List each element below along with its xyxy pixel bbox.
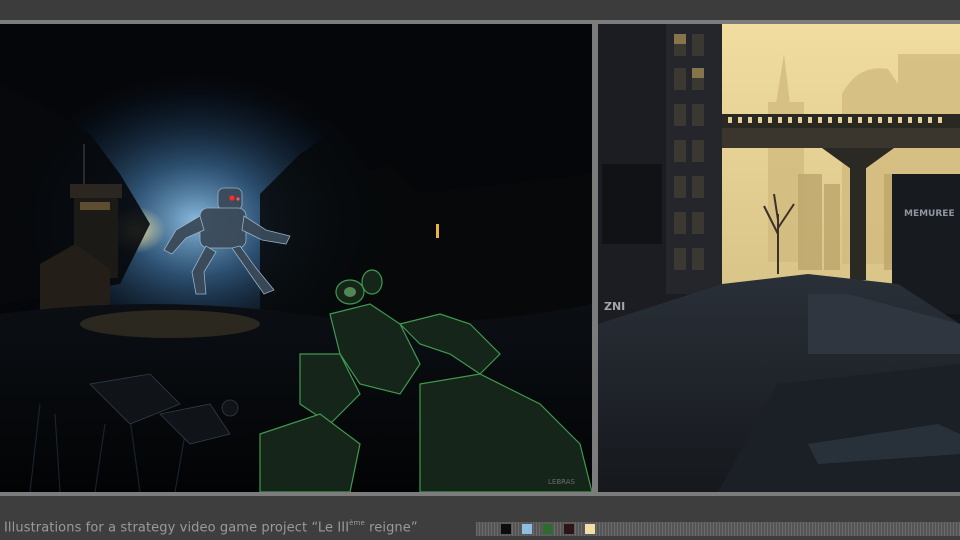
color-swatches bbox=[500, 523, 605, 535]
graffiti-tag: ZNI bbox=[604, 300, 625, 313]
page-caption: Illustrations for a strategy video game … bbox=[4, 519, 418, 536]
swatch-green[interactable] bbox=[542, 523, 554, 535]
caption-superscript: ème bbox=[349, 519, 365, 527]
swatch-sky-blue[interactable] bbox=[521, 523, 533, 535]
swamp-robots-artwork: LEBRAS bbox=[0, 24, 592, 492]
top-bar bbox=[0, 0, 960, 20]
shop-sign: MEMUREE bbox=[904, 209, 955, 219]
city-street-artwork: MEMUREE ZNI bbox=[598, 24, 960, 492]
illustration-swamp-robots[interactable]: LEBRAS bbox=[0, 24, 592, 492]
caption-text-end: reigne” bbox=[364, 520, 418, 536]
artist-signature: LEBRAS bbox=[548, 478, 575, 486]
swatch-dark-red[interactable] bbox=[563, 523, 575, 535]
swatch-black[interactable] bbox=[500, 523, 512, 535]
swatch-cream[interactable] bbox=[584, 523, 596, 535]
caption-text: Illustrations for a strategy video game … bbox=[4, 520, 350, 536]
illustration-city-street[interactable]: MEMUREE ZNI bbox=[598, 24, 960, 492]
gallery-frame: LEBRAS MEMUREE ZNI bbox=[0, 20, 960, 496]
caption-bar: Illustrations for a strategy video game … bbox=[0, 496, 960, 540]
